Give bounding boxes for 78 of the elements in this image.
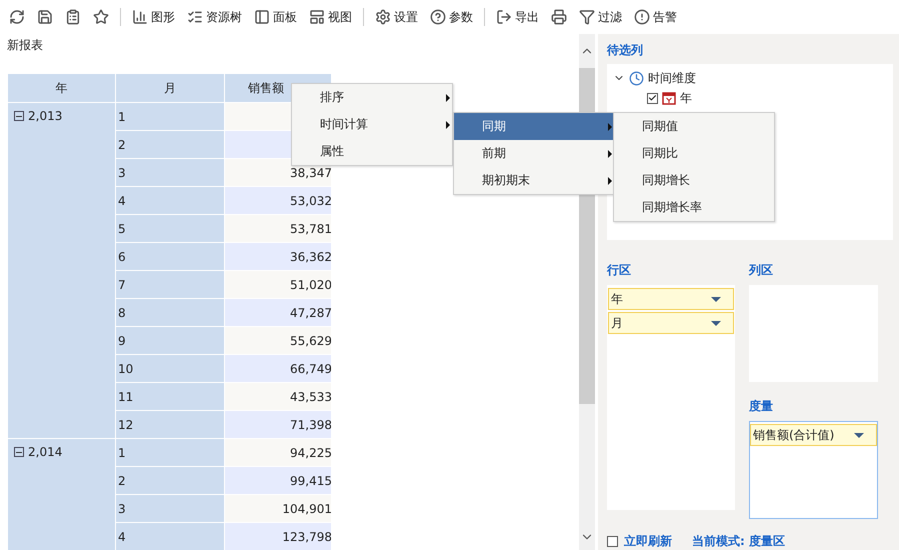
- section-title: 待选列: [607, 42, 644, 59]
- toolbar-button[interactable]: 设置: [370, 6, 423, 28]
- table-cell: 36,362: [225, 243, 331, 270]
- table-cell: 3: [116, 159, 224, 186]
- checkbox[interactable]: [607, 536, 618, 547]
- table-cell: 6: [116, 243, 224, 270]
- tree-item[interactable]: 时间维度: [648, 70, 696, 86]
- menu-item[interactable]: 同期增长: [614, 167, 774, 194]
- checkbox-label: 立即刷新: [624, 533, 672, 550]
- report-title: 新报表: [6, 37, 44, 54]
- section-title: 度量: [749, 398, 774, 415]
- table-cell: 5: [116, 215, 224, 242]
- toolbar-button[interactable]: 告警: [629, 6, 682, 28]
- toolbar-button[interactable]: 过滤: [574, 6, 627, 28]
- table-cell: 71,398: [225, 411, 331, 438]
- table-cell: 43,533: [225, 383, 331, 410]
- panel-icon: [254, 9, 270, 25]
- layout-icon: [309, 9, 325, 25]
- dropdown-caret-icon: [711, 320, 721, 326]
- mode-label: 当前模式: 度量区: [692, 533, 785, 550]
- toolbar-button[interactable]: 面板: [249, 6, 302, 28]
- toolbar-button[interactable]: 资源树: [182, 6, 247, 28]
- section-title: 列区: [749, 262, 774, 279]
- table-cell: 99,415: [225, 467, 331, 494]
- table-cell: 10: [116, 355, 224, 382]
- table-cell: 104,901: [225, 495, 331, 522]
- table-cell: 2: [116, 467, 224, 494]
- table-cell: 8: [116, 299, 224, 326]
- toolbar-button[interactable]: 参数: [425, 6, 478, 28]
- collapse-icon[interactable]: [14, 111, 24, 121]
- help-icon: [430, 9, 446, 25]
- bar-chart-icon: [132, 9, 148, 25]
- field-chip[interactable]: 销售额(合计值): [750, 424, 877, 446]
- table-cell: 12: [116, 411, 224, 438]
- calendar-icon: [662, 91, 676, 105]
- field-chip[interactable]: 年: [608, 288, 734, 310]
- table-cell: 123,798: [225, 523, 331, 550]
- table-cell: 51,020: [225, 271, 331, 298]
- menu-item[interactable]: 同期值: [614, 113, 774, 140]
- table-cell: 2: [116, 131, 224, 158]
- table-cell: 4: [116, 187, 224, 214]
- export-icon: [496, 9, 512, 25]
- table-cell: 11: [116, 383, 224, 410]
- dropdown-caret-icon: [854, 432, 864, 438]
- table-cell: 47,287: [225, 299, 331, 326]
- section-title: 行区: [607, 262, 632, 279]
- checkbox[interactable]: [647, 92, 658, 104]
- toolbar-button[interactable]: 图形: [127, 6, 180, 28]
- toolbar-button[interactable]: 导出: [491, 6, 544, 28]
- table-cell: 1: [116, 439, 224, 466]
- table-cell: 7: [116, 271, 224, 298]
- table-cell: 55,629: [225, 327, 331, 354]
- menu-item[interactable]: 同期增长率: [614, 194, 774, 221]
- menu-item[interactable]: 同期: [454, 113, 614, 140]
- menu-item[interactable]: 同期比: [614, 140, 774, 167]
- column-header: 年: [8, 74, 115, 102]
- filter-icon: [579, 9, 595, 25]
- tree-item[interactable]: 年: [680, 90, 692, 106]
- table-cell: 1: [116, 103, 224, 130]
- table-cell: 3: [116, 495, 224, 522]
- table-cell: 4: [116, 523, 224, 550]
- table-cell: 38,347: [225, 159, 331, 186]
- table-cell: 53,781: [225, 215, 331, 242]
- clock-icon: [629, 70, 644, 86]
- dropdown-caret-icon: [711, 296, 721, 302]
- table-cell: 94,225: [225, 439, 331, 466]
- settings-icon: [375, 9, 391, 25]
- table-cell: 66,749: [225, 355, 331, 382]
- collapse-icon[interactable]: [14, 447, 24, 457]
- year-label: 2,013: [28, 109, 62, 123]
- column-header: 月: [116, 74, 224, 102]
- checklist-icon: [187, 9, 203, 25]
- table-cell: 9: [116, 327, 224, 354]
- alert-icon: [634, 9, 650, 25]
- toolbar-button[interactable]: 视图: [304, 6, 357, 28]
- year-label: 2,014: [28, 445, 62, 459]
- field-chip[interactable]: 月: [608, 312, 734, 334]
- table-cell: 53,032: [225, 187, 331, 214]
